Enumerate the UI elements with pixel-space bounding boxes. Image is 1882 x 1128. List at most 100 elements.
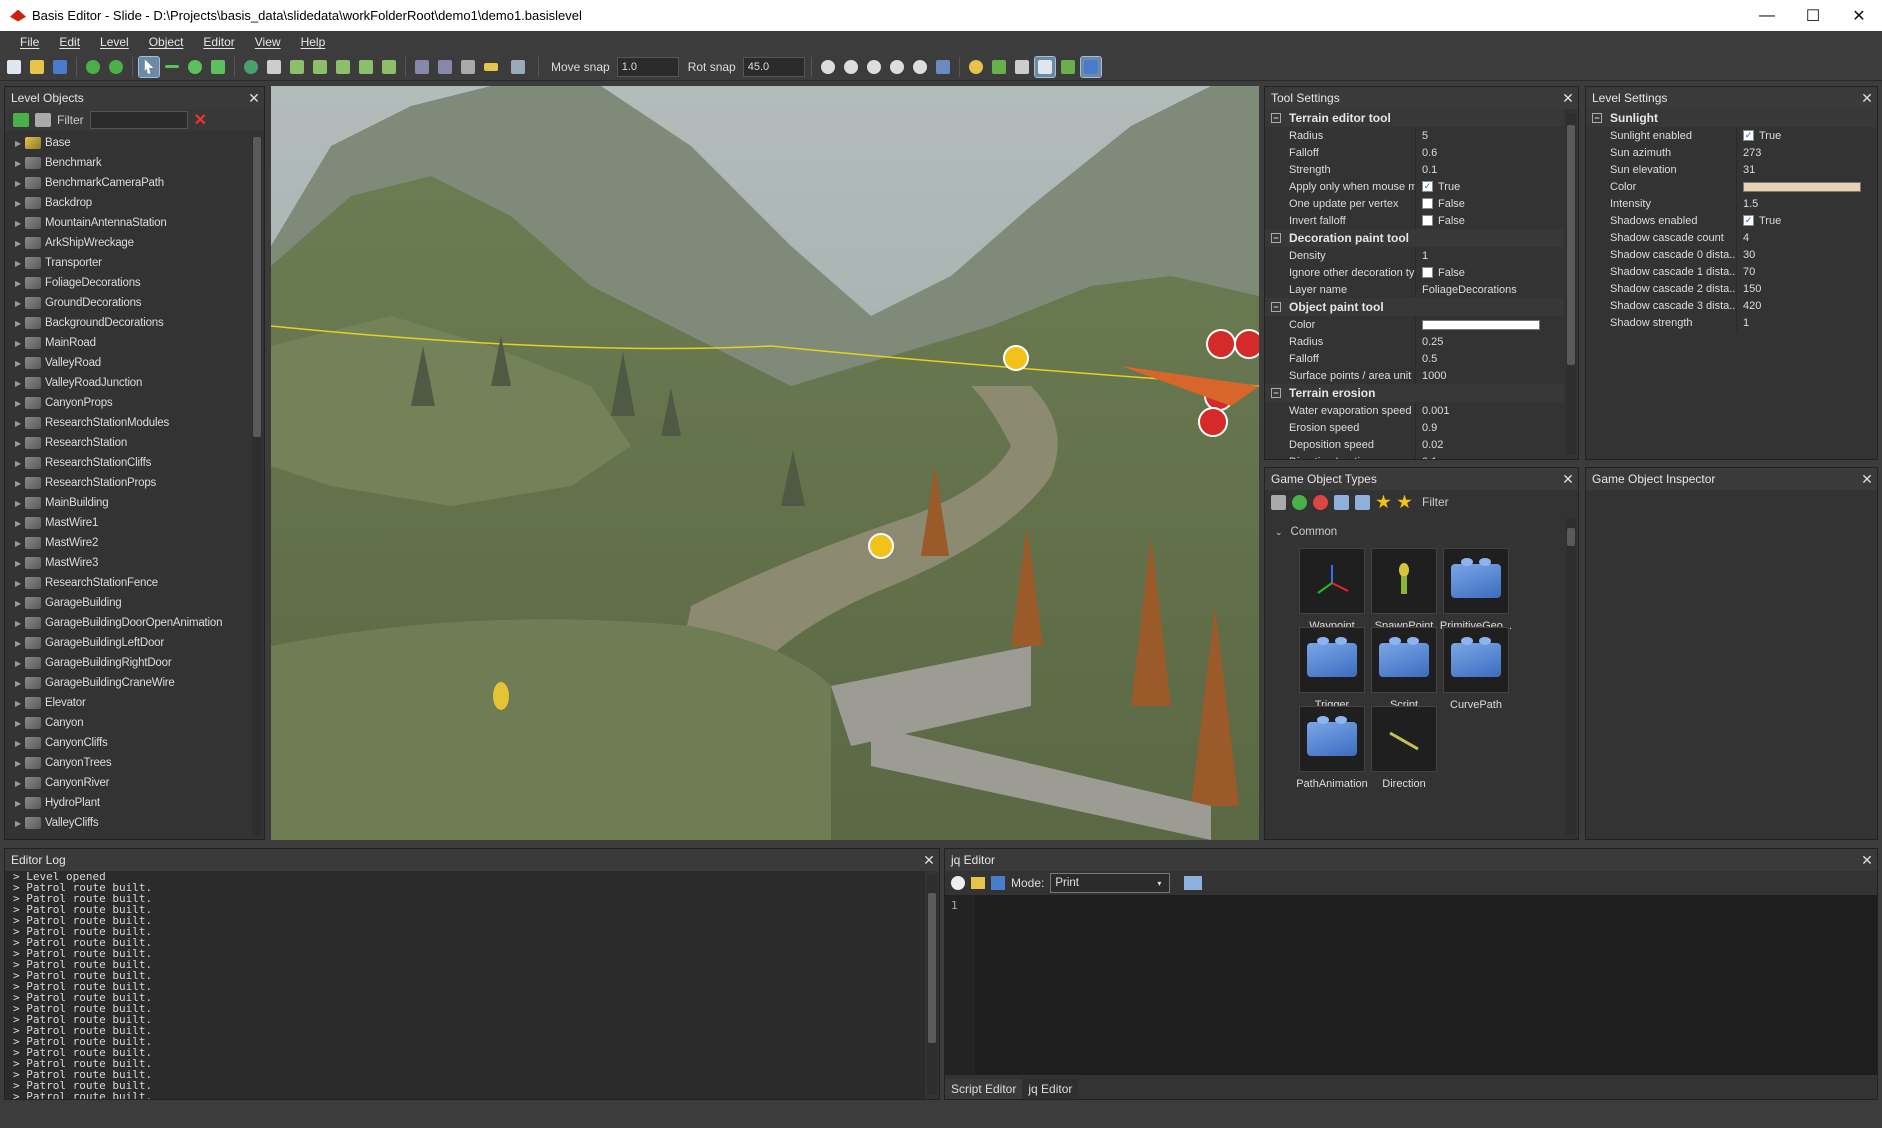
zoom-out-icon[interactable] bbox=[1313, 494, 1328, 510]
property-value[interactable]: 0.6 bbox=[1422, 147, 1437, 159]
expand-arrow-icon[interactable]: ▶ bbox=[11, 419, 25, 428]
collapse-icon[interactable]: − bbox=[1271, 113, 1281, 123]
expand-arrow-icon[interactable]: ▶ bbox=[11, 779, 25, 788]
tab-jq-editor[interactable]: jq Editor bbox=[1022, 1079, 1079, 1099]
tree-item[interactable]: ▶ ResearchStationCliffs bbox=[5, 453, 250, 473]
redo-icon[interactable] bbox=[106, 57, 126, 77]
close-panel-icon[interactable]: ✕ bbox=[244, 90, 264, 107]
menu-help[interactable]: Help bbox=[291, 35, 336, 49]
world-icon[interactable] bbox=[241, 57, 261, 77]
terrain-lower-icon[interactable] bbox=[310, 57, 330, 77]
tree-item[interactable]: ▶ CanyonProps bbox=[5, 393, 250, 413]
tree-item[interactable]: ▶ Base bbox=[5, 133, 250, 153]
expand-arrow-icon[interactable]: ▶ bbox=[11, 239, 25, 248]
property-value[interactable]: 70 bbox=[1743, 266, 1755, 278]
expand-arrow-icon[interactable]: ▶ bbox=[11, 539, 25, 548]
checkbox[interactable]: ✓ bbox=[1422, 181, 1433, 192]
expand-arrow-icon[interactable]: ▶ bbox=[11, 159, 25, 168]
menu-view[interactable]: View bbox=[245, 35, 291, 49]
grid-view-icon[interactable] bbox=[1355, 494, 1370, 510]
undo-icon[interactable] bbox=[83, 57, 103, 77]
property-row[interactable]: Falloff 0.5 bbox=[1265, 350, 1564, 367]
tree-item[interactable]: ▶ HydroPlant bbox=[5, 793, 250, 813]
expand-arrow-icon[interactable]: ▶ bbox=[11, 579, 25, 588]
expand-arrow-icon[interactable]: ▶ bbox=[11, 319, 25, 328]
object-type-tile[interactable]: PrimitiveGeo... bbox=[1433, 548, 1519, 632]
property-value[interactable]: 420 bbox=[1743, 300, 1761, 312]
add-object-icon[interactable] bbox=[13, 113, 29, 127]
zoom-in-icon[interactable] bbox=[1292, 494, 1307, 510]
property-row[interactable]: Color bbox=[1265, 316, 1564, 333]
expand-arrow-icon[interactable]: ▶ bbox=[11, 439, 25, 448]
property-row[interactable]: Layer name FoliageDecorations bbox=[1265, 281, 1564, 298]
tree-item[interactable]: ▶ ResearchStationFence bbox=[5, 573, 250, 593]
tree-item[interactable]: ▶ CanyonRiver bbox=[5, 773, 250, 793]
property-value[interactable]: 31 bbox=[1743, 164, 1755, 176]
rot-snap-input[interactable] bbox=[742, 56, 805, 77]
menu-object[interactable]: Object bbox=[139, 35, 194, 49]
property-value[interactable]: FoliageDecorations bbox=[1422, 284, 1517, 296]
tab-script-editor[interactable]: Script Editor bbox=[945, 1079, 1023, 1099]
property-row[interactable]: Direction Inertia 0.1 bbox=[1265, 453, 1564, 459]
tree-item[interactable]: ▶ CanyonCliffs bbox=[5, 733, 250, 753]
tree-item[interactable]: ▶ GarageBuildingRightDoor bbox=[5, 653, 250, 673]
tree-item[interactable]: ▶ ArkShipWreckage bbox=[5, 233, 250, 253]
gizmo-icon[interactable] bbox=[1079, 55, 1102, 78]
tree-item[interactable]: ▶ ValleyCliffs bbox=[5, 813, 250, 833]
select-tool-icon[interactable] bbox=[138, 55, 160, 78]
close-window-button[interactable]: ✕ bbox=[1836, 0, 1882, 31]
level-objects-scrollbar[interactable] bbox=[252, 137, 262, 835]
menu-edit[interactable]: Edit bbox=[49, 35, 90, 49]
run-icon[interactable] bbox=[951, 876, 965, 890]
property-value[interactable]: 5 bbox=[1422, 130, 1428, 142]
expand-arrow-icon[interactable]: ▶ bbox=[11, 479, 25, 488]
property-row[interactable]: Strength 0.1 bbox=[1265, 161, 1564, 178]
menu-editor[interactable]: Editor bbox=[193, 35, 244, 49]
collapse-icon[interactable]: − bbox=[1271, 388, 1281, 398]
3d-viewport[interactable] bbox=[271, 86, 1259, 840]
mode-select[interactable]: Print ▾ bbox=[1050, 873, 1171, 893]
menu-level[interactable]: Level bbox=[90, 35, 139, 49]
property-row[interactable]: Color bbox=[1586, 178, 1877, 195]
property-section[interactable]: − Terrain erosion bbox=[1265, 384, 1564, 402]
property-value[interactable]: 0.1 bbox=[1422, 456, 1437, 460]
expand-arrow-icon[interactable]: ▶ bbox=[11, 679, 25, 688]
tree-item[interactable]: ▶ GarageBuildingDoorOpenAnimation bbox=[5, 613, 250, 633]
expand-arrow-icon[interactable]: ▶ bbox=[11, 699, 25, 708]
property-section[interactable]: − Terrain editor tool bbox=[1265, 109, 1564, 127]
open-folder-icon[interactable] bbox=[27, 57, 47, 77]
list-view-icon[interactable] bbox=[1334, 494, 1349, 510]
expand-arrow-icon[interactable]: ▶ bbox=[11, 359, 25, 368]
rotate-tool-icon[interactable] bbox=[185, 57, 205, 77]
expand-arrow-icon[interactable]: ▶ bbox=[11, 799, 25, 808]
tree-item[interactable]: ▶ CanyonTrees bbox=[5, 753, 250, 773]
jq-code-area[interactable]: 1 bbox=[945, 895, 1877, 1075]
menu-file[interactable]: File bbox=[10, 35, 49, 49]
tree-item[interactable]: ▶ MastWire3 bbox=[5, 553, 250, 573]
object-paint-icon[interactable] bbox=[435, 57, 455, 77]
close-panel-icon[interactable]: ✕ bbox=[1857, 852, 1877, 869]
checkbox[interactable] bbox=[1422, 267, 1433, 278]
camera-dropdown-icon[interactable] bbox=[504, 57, 532, 77]
record-icon[interactable] bbox=[910, 57, 930, 77]
expand-arrow-icon[interactable]: ▶ bbox=[11, 559, 25, 568]
color-swatch[interactable] bbox=[1422, 319, 1540, 330]
checkbox[interactable]: ✓ bbox=[1743, 215, 1754, 226]
property-row[interactable]: Shadow cascade 1 dista... 70 bbox=[1586, 263, 1877, 280]
property-row[interactable]: Sun elevation 31 bbox=[1586, 161, 1877, 178]
tree-item[interactable]: ▶ ValleyRoadJunction bbox=[5, 373, 250, 393]
property-row[interactable]: Surface points / area unit 1000 bbox=[1265, 367, 1564, 384]
property-row[interactable]: Shadow cascade 3 dista... 420 bbox=[1586, 297, 1877, 314]
expand-arrow-icon[interactable]: ▶ bbox=[11, 379, 25, 388]
object-type-tile[interactable]: Direction bbox=[1361, 706, 1447, 790]
property-row[interactable]: Shadows enabled ✓ True bbox=[1586, 212, 1877, 229]
clear-filter-icon[interactable]: ✕ bbox=[194, 110, 207, 130]
property-value[interactable]: 1 bbox=[1743, 317, 1749, 329]
pause-icon[interactable] bbox=[864, 57, 884, 77]
property-value[interactable]: 150 bbox=[1743, 283, 1761, 295]
add-object-icon[interactable] bbox=[989, 57, 1009, 77]
collapse-icon[interactable]: − bbox=[1592, 113, 1602, 123]
property-row[interactable]: Shadow strength 1 bbox=[1586, 314, 1877, 331]
new-file-icon[interactable] bbox=[4, 57, 24, 77]
tree-item[interactable]: ▶ GarageBuilding bbox=[5, 593, 250, 613]
